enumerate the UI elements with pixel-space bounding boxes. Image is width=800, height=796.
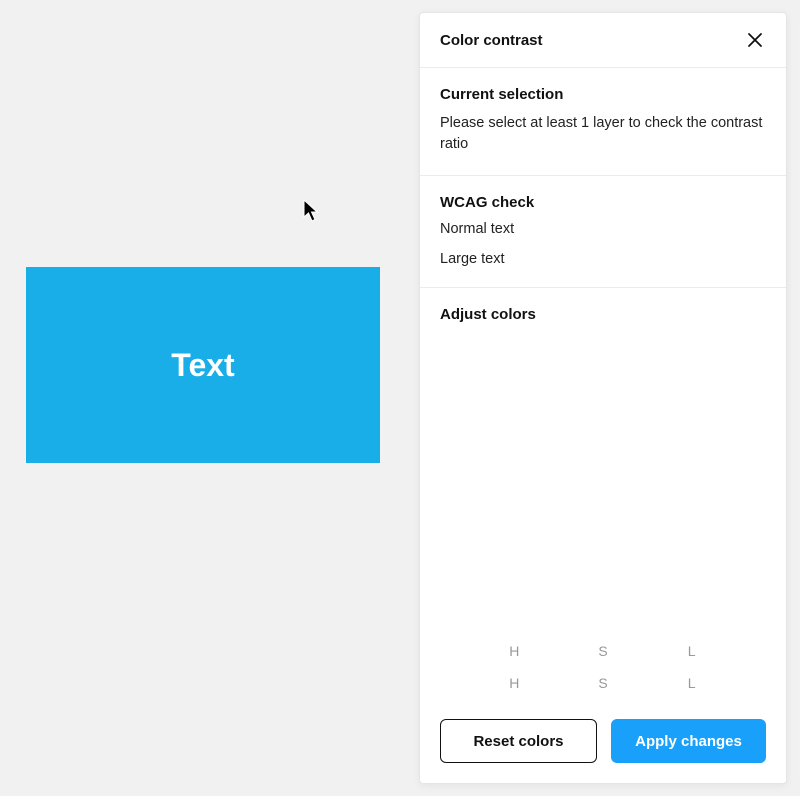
color-contrast-panel: Color contrast Current selection Please … [419,12,787,784]
hsl-row-1: H S L [440,635,766,667]
hsl-label-s-2: S [593,675,613,691]
hsl-row-2: H S L [440,667,766,699]
button-row: Reset colors Apply changes [420,719,786,783]
hsl-label-l-1: L [682,643,702,659]
close-icon [747,32,763,48]
hsl-label-l-2: L [682,675,702,691]
panel-title: Color contrast [440,32,543,49]
close-button[interactable] [744,29,766,51]
hsl-controls-area: H S L H S L [440,333,766,719]
wcag-check-title: WCAG check [440,194,766,211]
hsl-label-h-2: H [504,675,524,691]
hsl-label-h-1: H [504,643,524,659]
panel-header: Color contrast [420,13,786,68]
canvas-layer-rectangle[interactable]: Text [26,267,380,463]
apply-changes-button[interactable]: Apply changes [611,719,766,763]
section-current-selection: Current selection Please select at least… [420,68,786,176]
wcag-item-large-text: Large text [440,251,766,267]
adjust-colors-title: Adjust colors [440,306,766,323]
hsl-label-s-1: S [593,643,613,659]
wcag-list: Normal text Large text [440,221,766,267]
wcag-item-normal-text: Normal text [440,221,766,237]
current-selection-title: Current selection [440,86,766,103]
section-wcag-check: WCAG check Normal text Large text [420,176,786,288]
reset-colors-button[interactable]: Reset colors [440,719,597,763]
current-selection-description: Please select at least 1 layer to check … [440,113,766,155]
section-adjust-colors: Adjust colors H S L H S L [420,288,786,719]
cursor-icon [303,199,321,223]
canvas-text-layer[interactable]: Text [171,347,234,384]
